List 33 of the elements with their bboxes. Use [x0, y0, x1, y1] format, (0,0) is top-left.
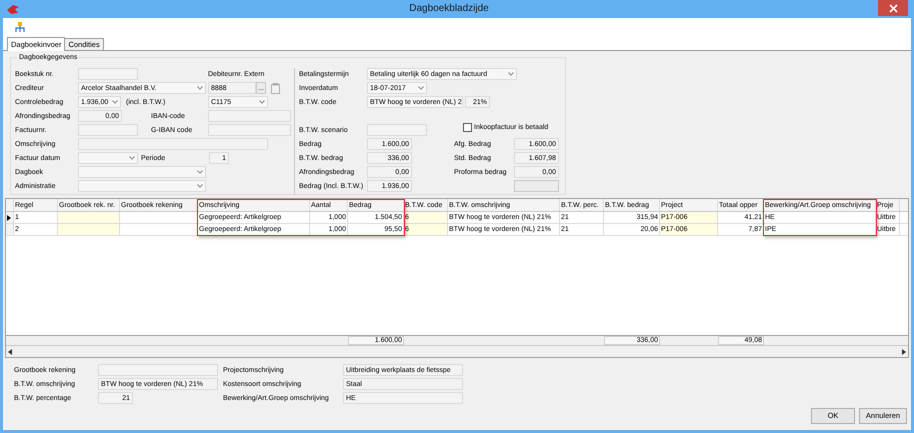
dropdown[interactable] [78, 180, 206, 192]
input-field[interactable] [78, 124, 138, 136]
hierarchy-icon[interactable] [15, 22, 25, 32]
checkbox[interactable] [463, 122, 472, 132]
input-field[interactable] [208, 124, 291, 136]
dropdown[interactable] [78, 152, 138, 164]
caret-icon [197, 86, 203, 90]
caret-icon [197, 184, 203, 188]
window-title: Dagboekbladzijde [408, 4, 490, 14]
close-icon [888, 4, 898, 12]
close-button[interactable] [878, 0, 908, 16]
table-cell[interactable] [58, 224, 120, 235]
caret-icon [197, 170, 203, 174]
input-field[interactable] [208, 110, 291, 122]
input-field[interactable] [98, 364, 218, 376]
row-header[interactable] [6, 212, 14, 223]
input-field[interactable] [367, 124, 427, 136]
horizontal-scrollbar[interactable] [6, 346, 908, 357]
caret-icon [508, 72, 514, 76]
current-row-icon [7, 214, 11, 220]
caret-icon [129, 156, 135, 160]
scroll-left-icon[interactable] [8, 348, 12, 354]
input-field[interactable] [78, 138, 268, 150]
blank-button[interactable] [514, 180, 559, 192]
caret-icon [112, 100, 118, 104]
caret-icon [259, 100, 265, 104]
app-logo-icon [6, 4, 20, 14]
scroll-right-icon[interactable] [902, 348, 906, 354]
input-field[interactable] [78, 68, 138, 80]
caret-icon [418, 86, 424, 90]
document-icon[interactable] [271, 82, 280, 94]
dropdown[interactable] [78, 166, 206, 178]
table-cell[interactable] [58, 212, 120, 223]
